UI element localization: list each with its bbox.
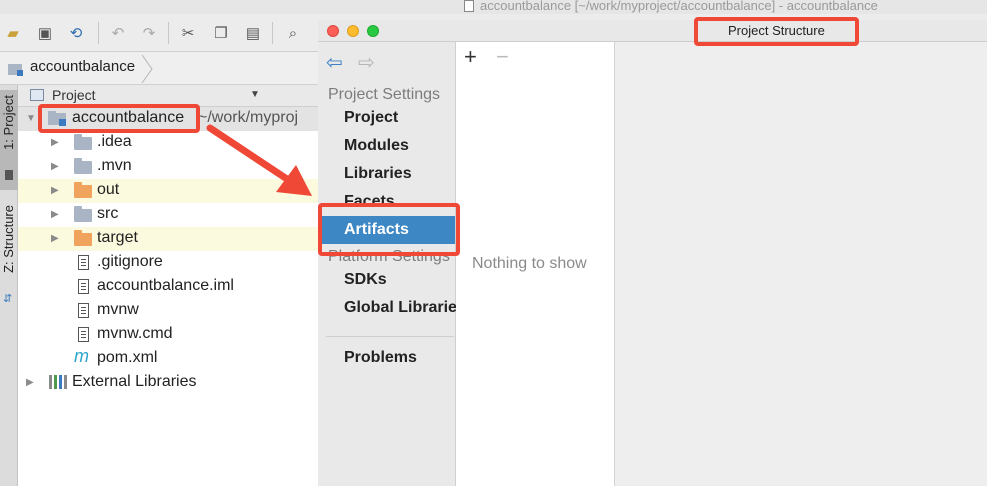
annotation-arrow (206, 124, 312, 196)
